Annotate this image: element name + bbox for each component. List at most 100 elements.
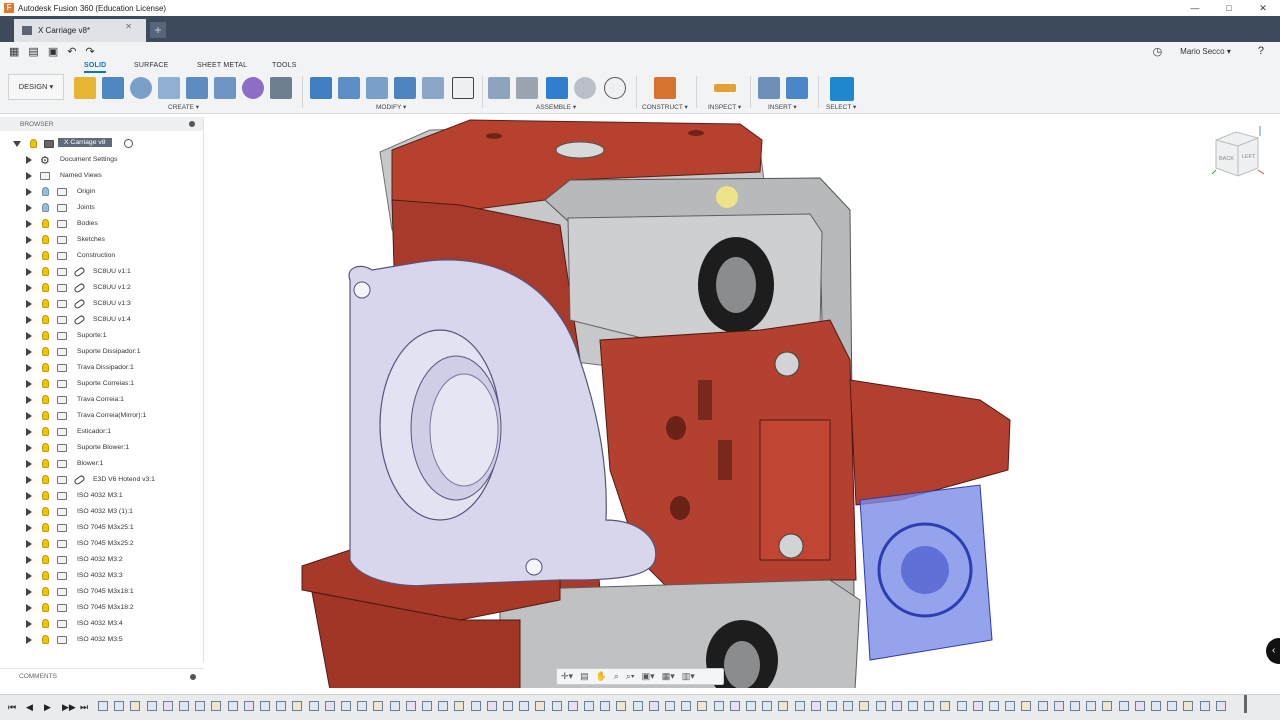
comments-panel[interactable]: COMMENTS xyxy=(0,668,204,684)
timeline-feature-icon[interactable] xyxy=(535,701,546,711)
viewcube-back-label[interactable]: BACK xyxy=(1219,156,1234,162)
expand-icon[interactable] xyxy=(26,604,32,612)
visibility-bulb-icon[interactable] xyxy=(42,555,49,564)
browser-tree-item[interactable]: Origin xyxy=(0,185,200,199)
viewcube[interactable]: BACK LEFT xyxy=(1208,124,1265,182)
timeline-feature-icon[interactable] xyxy=(1215,701,1226,711)
browser-tree-item[interactable]: Trava Correia(Mirror):1 xyxy=(0,409,200,423)
select-group-label[interactable]: SELECT ▾ xyxy=(826,103,856,111)
tab-tools[interactable]: TOOLS xyxy=(272,62,297,69)
browser-tree-item[interactable]: Suporte Dissipador:1 xyxy=(0,345,200,359)
grid-settings-icon[interactable]: ▦▾ xyxy=(662,671,675,682)
browser-tree-item[interactable]: ISO 7045 M3x25:1 xyxy=(0,521,200,535)
expand-icon[interactable] xyxy=(26,636,32,644)
go-to-end-icon[interactable]: ⏭ xyxy=(80,702,90,713)
browser-tree-item[interactable]: Suporte:1 xyxy=(0,329,200,343)
offset-plane-icon[interactable] xyxy=(654,77,676,99)
chamfer-icon[interactable] xyxy=(422,77,444,99)
timeline-feature-icon[interactable] xyxy=(98,701,108,711)
shell-icon[interactable] xyxy=(366,77,388,99)
visibility-bulb-icon[interactable] xyxy=(42,635,49,644)
timeline-feature-icon[interactable] xyxy=(276,701,287,711)
timeline-feature-icon[interactable] xyxy=(843,701,854,711)
timeline-feature-icon[interactable] xyxy=(503,701,513,711)
timeline-feature-icon[interactable] xyxy=(616,701,627,711)
expand-icon[interactable] xyxy=(26,204,32,212)
browser-tree-item[interactable]: Bodies xyxy=(0,217,200,231)
timeline-feature-icon[interactable] xyxy=(810,701,821,711)
help-icon[interactable]: ? xyxy=(1258,45,1264,57)
close-button[interactable]: ✕ xyxy=(1246,0,1280,16)
create-sketch-icon[interactable] xyxy=(74,77,96,99)
viewports-icon[interactable]: ▥▾ xyxy=(682,671,695,682)
expand-icon[interactable] xyxy=(26,220,32,228)
job-status-clock-icon[interactable]: ◷ xyxy=(1153,45,1163,58)
orbit-icon[interactable]: ✛▾ xyxy=(561,671,573,682)
visibility-bulb-icon[interactable] xyxy=(42,507,49,516)
timeline-feature-icon[interactable] xyxy=(341,701,351,711)
new-component-icon[interactable] xyxy=(488,77,510,99)
timeline-feature-icon[interactable] xyxy=(584,701,594,711)
expand-icon[interactable] xyxy=(26,444,32,452)
visibility-bulb-icon[interactable] xyxy=(42,299,49,308)
timeline-feature-icon[interactable] xyxy=(600,701,611,711)
timeline-feature-icon[interactable] xyxy=(1183,701,1194,711)
timeline-feature-icon[interactable] xyxy=(114,701,125,711)
visibility-bulb-icon[interactable] xyxy=(42,443,49,452)
visibility-bulb-icon[interactable] xyxy=(42,523,49,532)
browser-tree-item[interactable]: ISO 7045 M3x18:2 xyxy=(0,601,200,615)
visibility-bulb-icon[interactable] xyxy=(42,587,49,596)
timeline-feature-icon[interactable] xyxy=(1151,701,1161,711)
insert-group-label[interactable]: INSERT ▾ xyxy=(768,103,797,111)
visibility-bulb-icon[interactable] xyxy=(42,267,49,276)
timeline-feature-icon[interactable] xyxy=(956,701,967,711)
timeline-feature-icon[interactable] xyxy=(422,701,432,711)
activate-component-icon[interactable] xyxy=(124,139,133,148)
browser-tree-item[interactable]: E3D V6 Hotend v3:1 xyxy=(0,473,200,487)
browser-tree-item[interactable]: Named Views xyxy=(0,169,200,183)
visibility-bulb-icon[interactable] xyxy=(42,203,49,212)
measure-icon[interactable] xyxy=(714,84,736,92)
browser-header[interactable]: BROWSER xyxy=(0,117,203,131)
form-icon[interactable] xyxy=(242,77,264,99)
timeline-feature-icon[interactable] xyxy=(713,701,724,711)
timeline-feature-icon[interactable] xyxy=(373,701,384,711)
browser-tree-item[interactable]: Joints xyxy=(0,201,200,215)
expand-icon[interactable] xyxy=(26,396,32,404)
extrude-icon[interactable] xyxy=(102,77,124,99)
pan-icon[interactable]: ✋ xyxy=(596,671,607,682)
document-tab[interactable]: X Carriage v8* ✕ xyxy=(14,19,146,42)
browser-root-node[interactable]: X Carriage v8 xyxy=(0,137,200,151)
expand-icon[interactable] xyxy=(26,556,32,564)
browser-tree-item[interactable]: Trava Dissipador:1 xyxy=(0,361,200,375)
timeline-feature-icon[interactable] xyxy=(162,701,173,711)
fillet-icon[interactable] xyxy=(338,77,360,99)
timeline-feature-icon[interactable] xyxy=(454,701,465,711)
timeline-feature-icon[interactable] xyxy=(567,701,578,711)
visibility-bulb-icon[interactable] xyxy=(42,363,49,372)
press-pull-icon[interactable] xyxy=(310,77,332,99)
visibility-bulb-icon[interactable] xyxy=(42,379,49,388)
timeline-feature-icon[interactable] xyxy=(1070,701,1080,711)
collapse-icon[interactable] xyxy=(13,141,21,147)
move-icon[interactable] xyxy=(214,77,236,99)
browser-tree-item[interactable]: SC8UU v1:2 xyxy=(0,281,200,295)
expand-icon[interactable] xyxy=(26,188,32,196)
mirror-icon[interactable] xyxy=(270,77,292,99)
expand-icon[interactable] xyxy=(26,380,32,388)
browser-tree-item[interactable]: SC8UU v1:3 xyxy=(0,297,200,311)
browser-tree-item[interactable]: Sketches xyxy=(0,233,200,247)
inspect-group-label[interactable]: INSPECT ▾ xyxy=(708,103,741,111)
visibility-bulb-icon[interactable] xyxy=(42,235,49,244)
timeline-feature-icon[interactable] xyxy=(551,701,562,711)
tab-solid[interactable]: SOLID xyxy=(84,62,107,73)
joint-icon[interactable] xyxy=(516,77,538,99)
expand-icon[interactable] xyxy=(26,588,32,596)
browser-tree-item[interactable]: Suporte Blower:1 xyxy=(0,441,200,455)
look-at-icon[interactable]: ▤ xyxy=(580,671,589,682)
expand-icon[interactable] xyxy=(26,348,32,356)
visibility-bulb-icon[interactable] xyxy=(42,347,49,356)
timeline-feature-icon[interactable] xyxy=(1134,701,1145,711)
timeline-feature-icon[interactable] xyxy=(470,701,481,711)
timeline-feature-icon[interactable] xyxy=(1167,701,1178,711)
